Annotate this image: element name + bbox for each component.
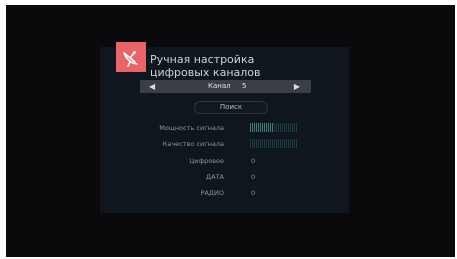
meter-segment <box>272 123 273 132</box>
meter-segment <box>292 139 293 148</box>
meter-segment <box>280 139 281 148</box>
channel-label: Канал <box>208 82 231 90</box>
meter-segment <box>280 123 281 132</box>
digital-count-label: Цифровое <box>189 157 224 165</box>
meter-segment <box>292 123 293 132</box>
meter-segment <box>260 139 261 148</box>
arrow-right-icon[interactable]: ▶ <box>294 82 300 91</box>
meter-segment <box>294 139 295 148</box>
meter-segment <box>296 139 297 148</box>
meter-segment <box>252 139 253 148</box>
meter-segment <box>254 123 255 132</box>
meter-segment <box>288 139 289 148</box>
search-button[interactable]: Поиск <box>194 101 268 114</box>
meter-segment <box>288 123 289 132</box>
meter-segment <box>282 139 283 148</box>
channel-selector[interactable]: ◀ Канал 5 ▶ <box>140 80 311 93</box>
meter-segment <box>274 123 275 132</box>
meter-segment <box>284 139 285 148</box>
meter-segment <box>258 123 259 132</box>
meter-segment <box>268 123 269 132</box>
meter-segment <box>266 139 267 148</box>
meter-segment <box>266 123 267 132</box>
page-title-line-2: цифровых каналов <box>150 66 261 79</box>
channel-value: 5 <box>242 82 247 90</box>
meter-segment <box>260 123 261 132</box>
meter-segment <box>276 139 277 148</box>
meter-segment <box>294 123 295 132</box>
data-count-label: ДАТА <box>206 173 224 181</box>
satellite-dish-icon <box>116 42 146 72</box>
signal-strength-meter <box>250 123 297 132</box>
signal-strength-label: Мощность сигнала <box>159 124 224 132</box>
meter-segment <box>270 123 271 132</box>
data-count-value: 0 <box>251 173 256 181</box>
meter-segment <box>272 139 273 148</box>
meter-segment <box>268 139 269 148</box>
meter-segment <box>278 123 279 132</box>
meter-segment <box>264 123 265 132</box>
meter-segment <box>256 139 257 148</box>
meter-segment <box>250 139 251 148</box>
meter-segment <box>264 139 265 148</box>
meter-segment <box>254 139 255 148</box>
meter-segment <box>278 139 279 148</box>
meter-segment <box>282 123 283 132</box>
arrow-left-icon[interactable]: ◀ <box>149 82 155 91</box>
signal-quality-meter <box>250 139 297 148</box>
meter-segment <box>290 123 291 132</box>
meter-segment <box>262 123 263 132</box>
meter-segment <box>252 123 253 132</box>
meter-segment <box>286 123 287 132</box>
meter-segment <box>270 139 271 148</box>
meter-segment <box>290 139 291 148</box>
meter-segment <box>276 123 277 132</box>
meter-segment <box>262 139 263 148</box>
radio-count-label: РАДИО <box>200 189 224 197</box>
page-title-line-1: Ручная настройка <box>150 53 255 66</box>
digital-count-value: 0 <box>251 157 256 165</box>
signal-quality-label: Качество сигнала <box>162 140 224 148</box>
meter-segment <box>274 139 275 148</box>
meter-segment <box>284 123 285 132</box>
radio-count-value: 0 <box>251 189 256 197</box>
meter-segment <box>286 139 287 148</box>
meter-segment <box>250 123 251 132</box>
meter-segment <box>256 123 257 132</box>
meter-segment <box>258 139 259 148</box>
meter-segment <box>296 123 297 132</box>
